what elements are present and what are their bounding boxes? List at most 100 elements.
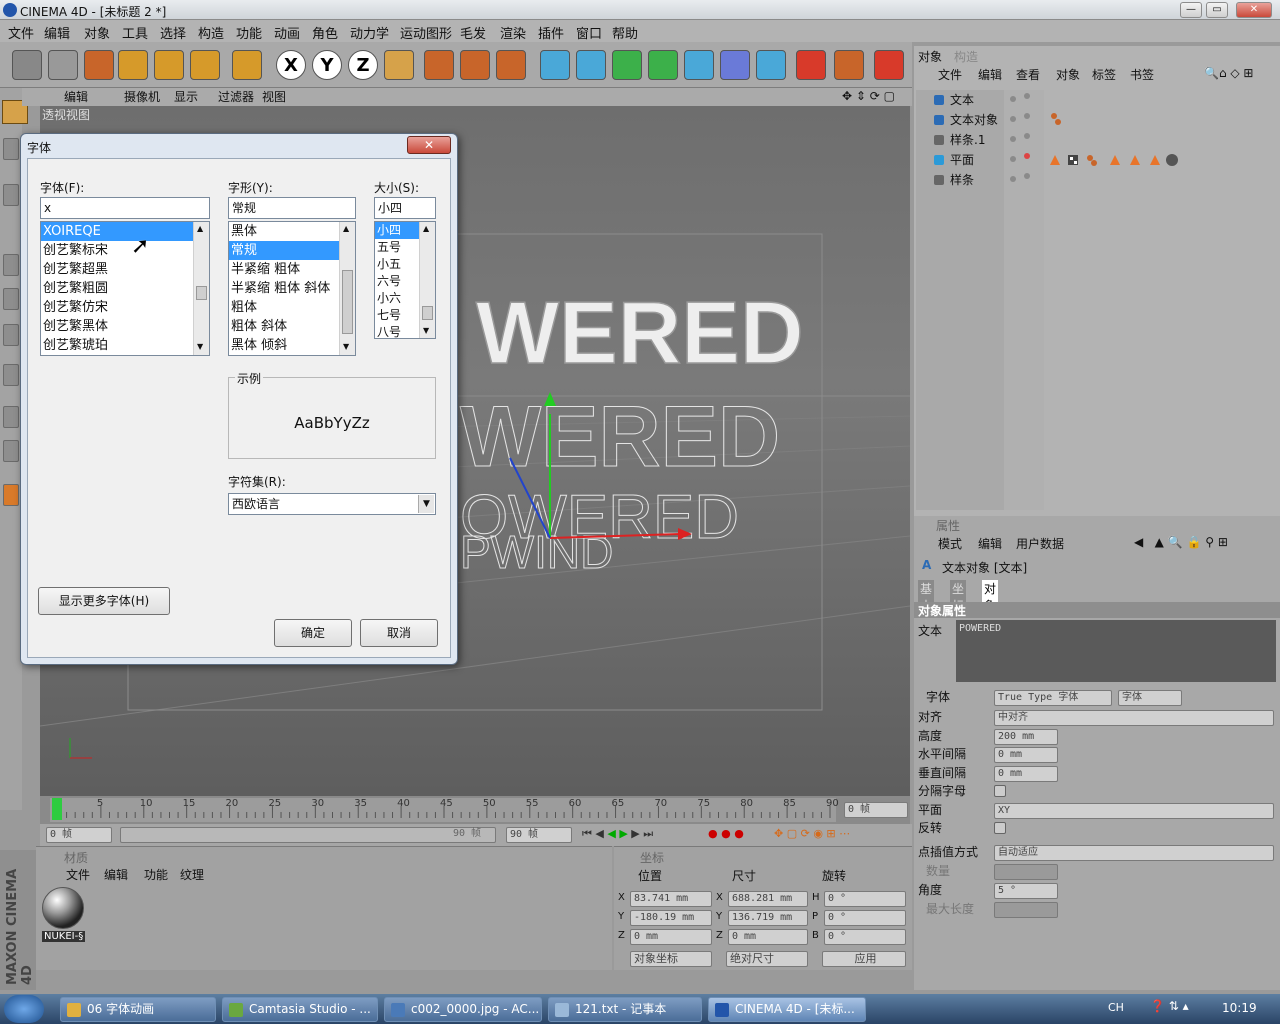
list-item[interactable]: 半紧缩 粗体 斜体 <box>229 279 339 298</box>
scene-icon[interactable] <box>720 50 750 80</box>
attr-angle-field[interactable]: 5 ° <box>994 883 1058 899</box>
object-panel-tools[interactable]: 🔍⌂ ◇ ⊞ <box>1204 66 1253 80</box>
charset-select[interactable]: 西欧语言 ▼ <box>228 493 436 515</box>
scale-icon[interactable] <box>154 50 184 80</box>
apply-button[interactable]: 应用 <box>822 951 906 967</box>
object-menu-item[interactable]: 对象 <box>1056 66 1080 83</box>
y-axis-icon[interactable]: Y <box>312 50 342 80</box>
coord-rotation-field[interactable]: 0 ° <box>824 891 906 907</box>
input-language[interactable]: CH <box>1108 1001 1124 1014</box>
render-picture-icon[interactable] <box>460 50 490 80</box>
list-item[interactable]: 黑体 <box>229 222 339 241</box>
menu-item[interactable]: 毛发 <box>460 23 486 42</box>
mode-icon[interactable] <box>3 364 19 386</box>
mode-icon[interactable] <box>3 184 19 206</box>
material-menu-item[interactable]: 功能 <box>144 866 168 883</box>
object-row-样条.1[interactable]: 样条.1 <box>950 130 985 150</box>
menu-item[interactable]: 窗口 <box>576 23 602 42</box>
list-item[interactable]: 创艺繁粗圆 <box>41 279 193 298</box>
list-item[interactable]: 小五 <box>375 256 419 273</box>
font-list[interactable]: XOIREQE 创艺繁标宋 创艺繁超黑 创艺繁粗圆 创艺繁仿宋 创艺繁黑体 创艺繁琥珀 ▲ … <box>40 221 210 356</box>
particle-icon[interactable] <box>756 50 786 80</box>
start-frame-field[interactable]: 0 帧 <box>46 827 112 843</box>
current-frame-field[interactable]: 0 帧 <box>844 802 908 818</box>
mode-icon[interactable] <box>3 138 19 160</box>
font-input[interactable]: x <box>40 197 210 219</box>
tray-icons[interactable]: ❓ ⇅ ▴ <box>1150 999 1189 1013</box>
array-icon[interactable] <box>648 50 678 80</box>
dialog-close-button[interactable]: ✕ <box>407 136 451 154</box>
visibility-dot[interactable] <box>1010 96 1016 102</box>
mode-icon[interactable] <box>3 406 19 428</box>
playback-controls[interactable]: ⏮ ◀ ◀ ▶ ▶ ⏭ <box>582 827 653 841</box>
coord-position-field[interactable]: 0 mm <box>630 929 712 945</box>
attr-interp-value[interactable]: 自动适应 <box>994 845 1274 861</box>
taskbar-item[interactable]: Camtasia Studio - ... <box>222 997 378 1022</box>
render-dot[interactable] <box>1024 153 1030 159</box>
list-item[interactable]: 小六 <box>375 290 419 307</box>
attr-checkbox[interactable] <box>994 822 1006 834</box>
browser-icon[interactable] <box>874 50 904 80</box>
menu-item[interactable]: 对象 <box>84 23 110 42</box>
size-list-scrollbar[interactable]: ▲ ▼ <box>419 222 435 338</box>
show-more-fonts-button[interactable]: 显示更多字体(H) <box>38 587 170 615</box>
list-item[interactable]: 创艺繁标宋 <box>41 241 193 260</box>
menu-item[interactable]: 角色 <box>312 23 338 42</box>
taskbar-item[interactable]: 121.txt - 记事本 <box>548 997 702 1022</box>
list-item[interactable]: 创艺繁超黑 <box>41 260 193 279</box>
maximize-button[interactable]: ▭ <box>1206 2 1228 18</box>
menu-item[interactable]: 运动图形 <box>400 23 452 42</box>
list-item[interactable]: 粗体 <box>229 298 339 317</box>
render-view-icon[interactable] <box>424 50 454 80</box>
viewport-menu-item[interactable]: 显示 <box>174 88 198 105</box>
live-select-icon[interactable] <box>84 50 114 80</box>
material-menu-item[interactable]: 编辑 <box>104 866 128 883</box>
ok-button[interactable]: 确定 <box>274 619 352 647</box>
menu-item[interactable]: 文件 <box>8 23 34 42</box>
mode-icon[interactable] <box>3 288 19 310</box>
x-axis-icon[interactable]: X <box>276 50 306 80</box>
list-item[interactable]: 五号 <box>375 239 419 256</box>
range-slider[interactable] <box>120 827 496 843</box>
tab-structure[interactable]: 构造 <box>954 48 978 65</box>
style-input[interactable]: 常规 <box>228 197 356 219</box>
render-dot[interactable] <box>1024 93 1030 99</box>
taskbar-item[interactable]: 06 字体动画 <box>60 997 216 1022</box>
object-row-文本[interactable]: 文本 <box>950 90 974 110</box>
menu-item[interactable]: 插件 <box>538 23 564 42</box>
add-icon[interactable] <box>232 50 262 80</box>
z-axis-icon[interactable]: Z <box>348 50 378 80</box>
list-item[interactable]: 七号 <box>375 307 419 324</box>
attr-menu-item[interactable]: 模式 <box>938 535 962 552</box>
nurbs-icon[interactable] <box>612 50 642 80</box>
render-dot[interactable] <box>1024 113 1030 119</box>
menu-item[interactable]: 选择 <box>160 23 186 42</box>
list-item[interactable]: 粗体 斜体 <box>229 317 339 336</box>
menu-item[interactable]: 编辑 <box>44 23 70 42</box>
coord-size-field[interactable]: 136.719 mm <box>728 910 808 926</box>
end-frame-field[interactable]: 90 帧 <box>506 827 572 843</box>
list-item[interactable]: 常规 <box>229 241 339 260</box>
material-preview[interactable] <box>42 887 84 929</box>
coord-size-field[interactable]: 688.281 mm <box>728 891 808 907</box>
object-row-平面[interactable]: 平面 <box>950 150 974 170</box>
deformer-icon[interactable] <box>684 50 714 80</box>
menu-item[interactable]: 工具 <box>122 23 148 42</box>
world-coords-icon[interactable] <box>384 50 414 80</box>
move-icon[interactable] <box>118 50 148 80</box>
object-menu-item[interactable]: 文件 <box>938 66 962 83</box>
material-menu-item[interactable]: 文件 <box>66 866 90 883</box>
menu-item[interactable]: 构造 <box>198 23 224 42</box>
visibility-dot[interactable] <box>1010 176 1016 182</box>
viewport-nav-icons[interactable]: ✥ ⇕ ⟳ ▢ <box>842 89 895 103</box>
object-menu-item[interactable]: 标签 <box>1092 66 1116 83</box>
list-item[interactable]: 八号 <box>375 324 419 338</box>
viewport-menu-item[interactable]: 过滤器 <box>218 88 254 105</box>
list-item[interactable]: 创艺繁琥珀 <box>41 336 193 355</box>
list-item[interactable]: 六号 <box>375 273 419 290</box>
menu-item[interactable]: 功能 <box>236 23 262 42</box>
layout-icon[interactable] <box>834 50 864 80</box>
spline-icon[interactable] <box>576 50 606 80</box>
style-list-scrollbar[interactable]: ▲ ▼ <box>339 222 355 355</box>
list-item[interactable]: 黑体 倾斜 <box>229 336 339 355</box>
